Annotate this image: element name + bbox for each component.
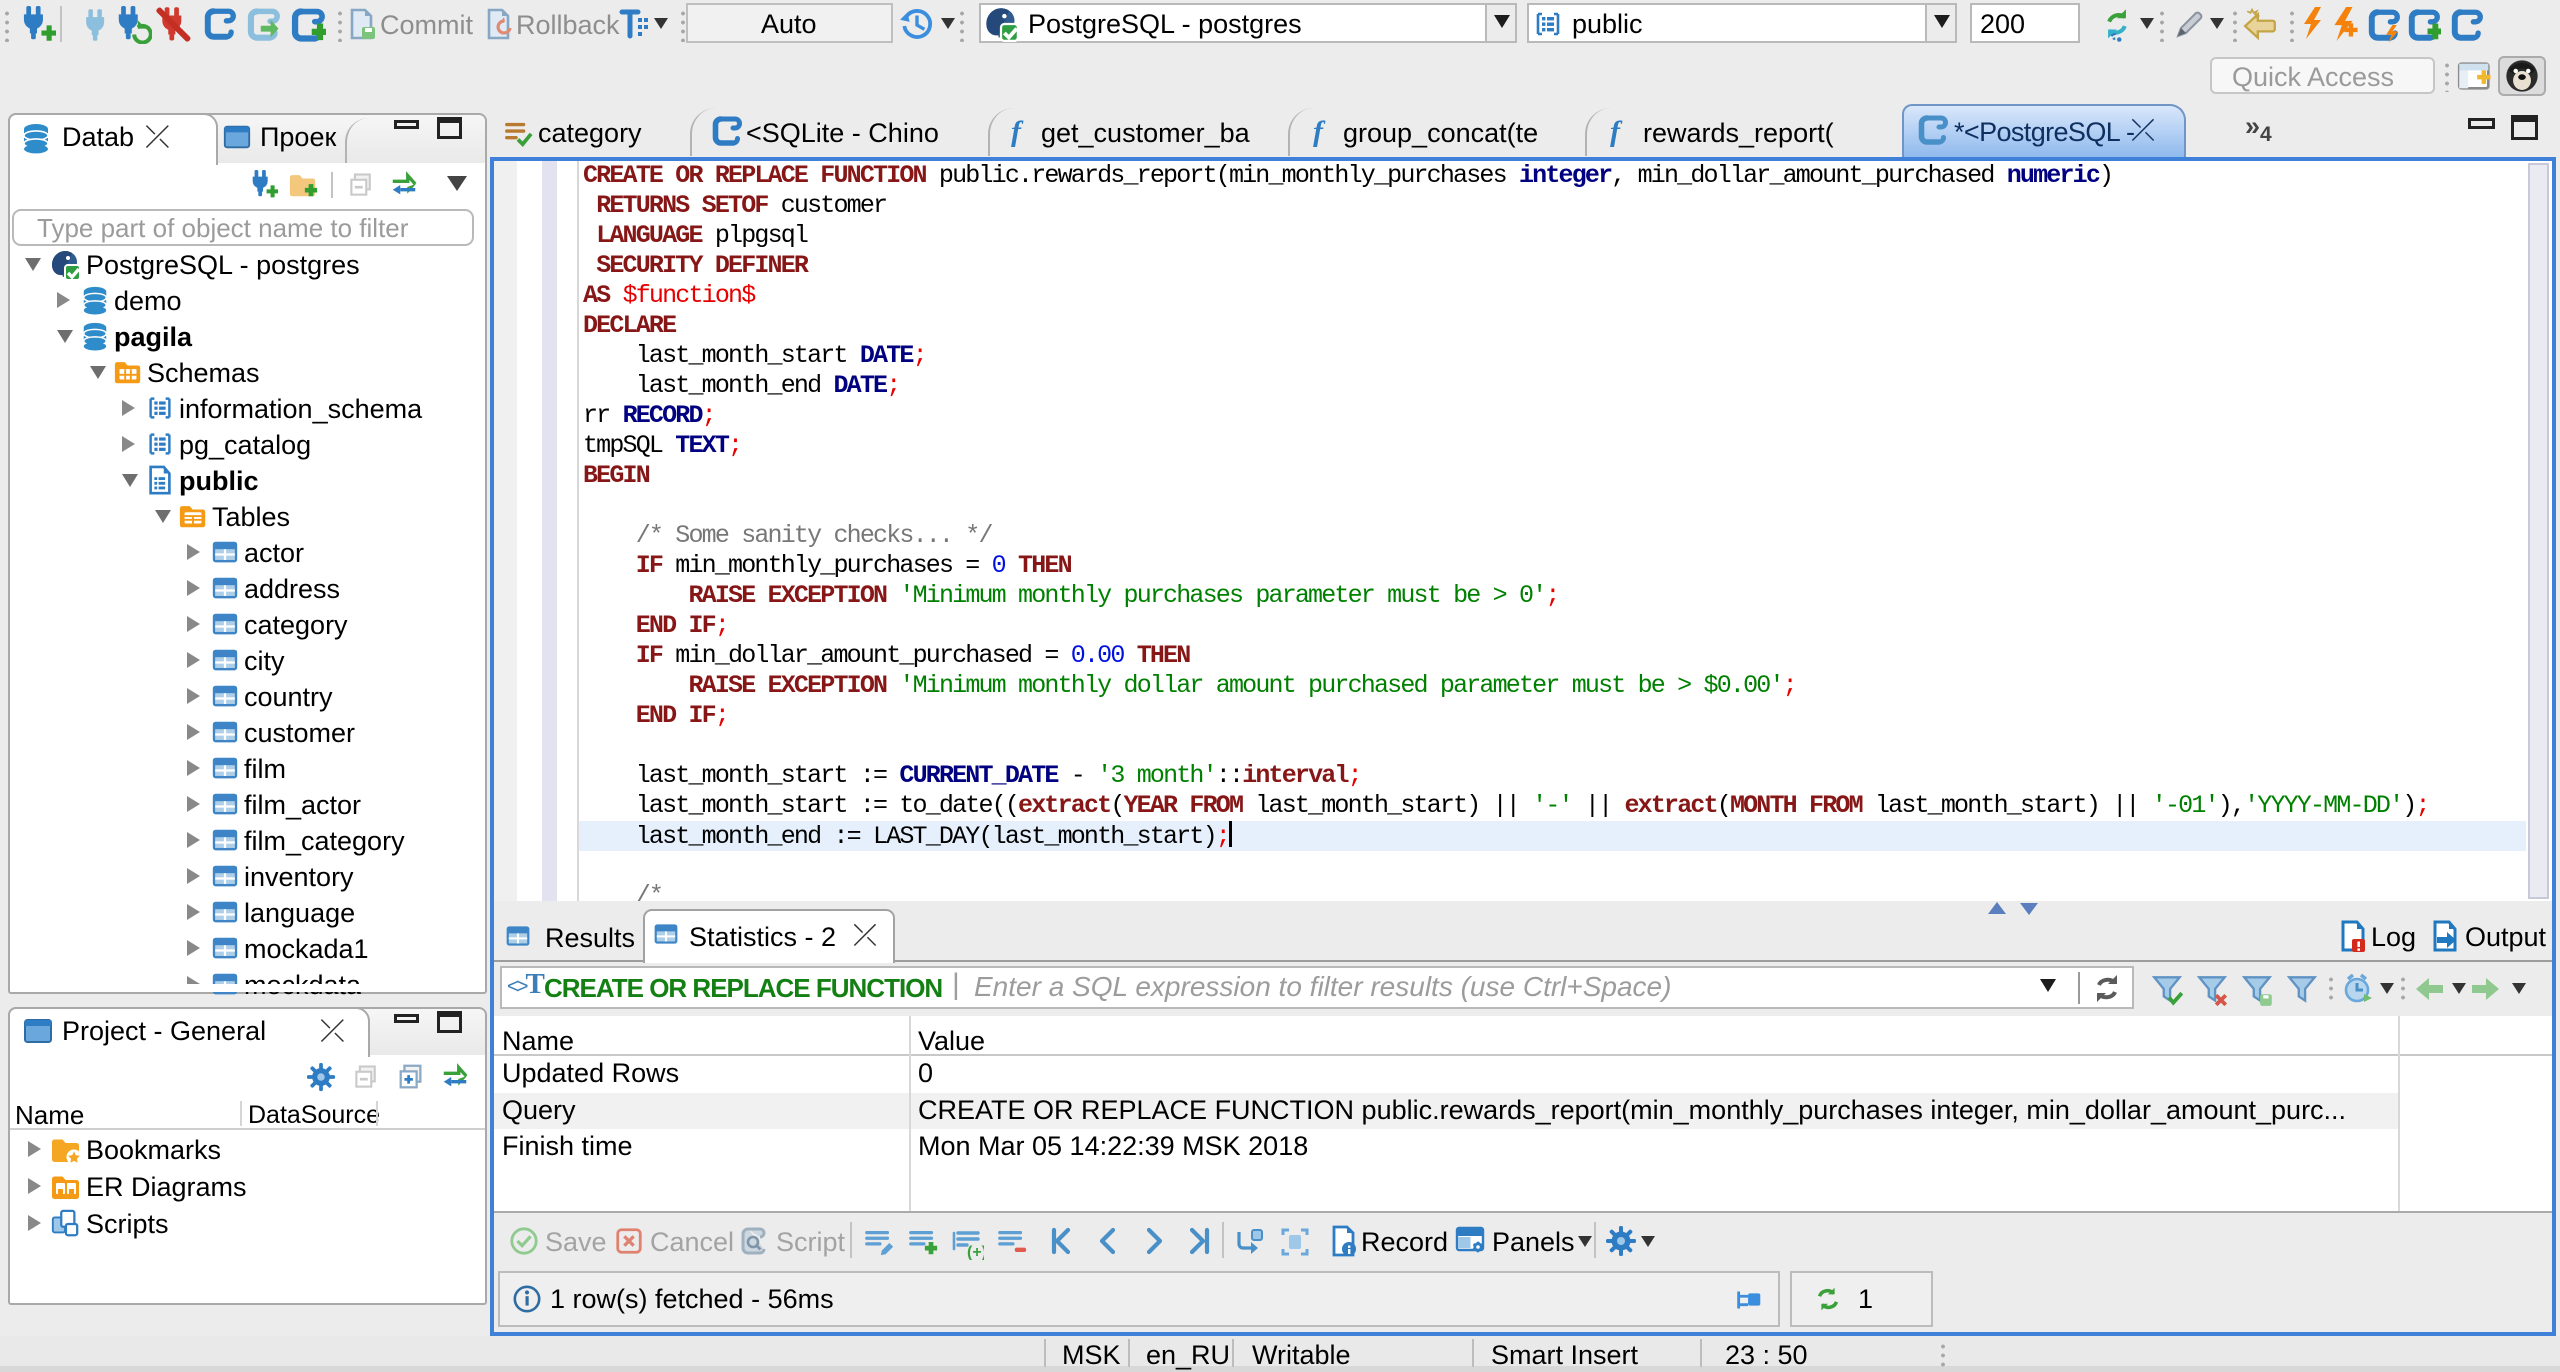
- svg-text:f: f: [1610, 115, 1623, 147]
- svg-text:f: f: [1011, 115, 1024, 147]
- svg-text:(+): (+): [967, 1244, 984, 1260]
- svg-text:f: f: [1313, 115, 1326, 147]
